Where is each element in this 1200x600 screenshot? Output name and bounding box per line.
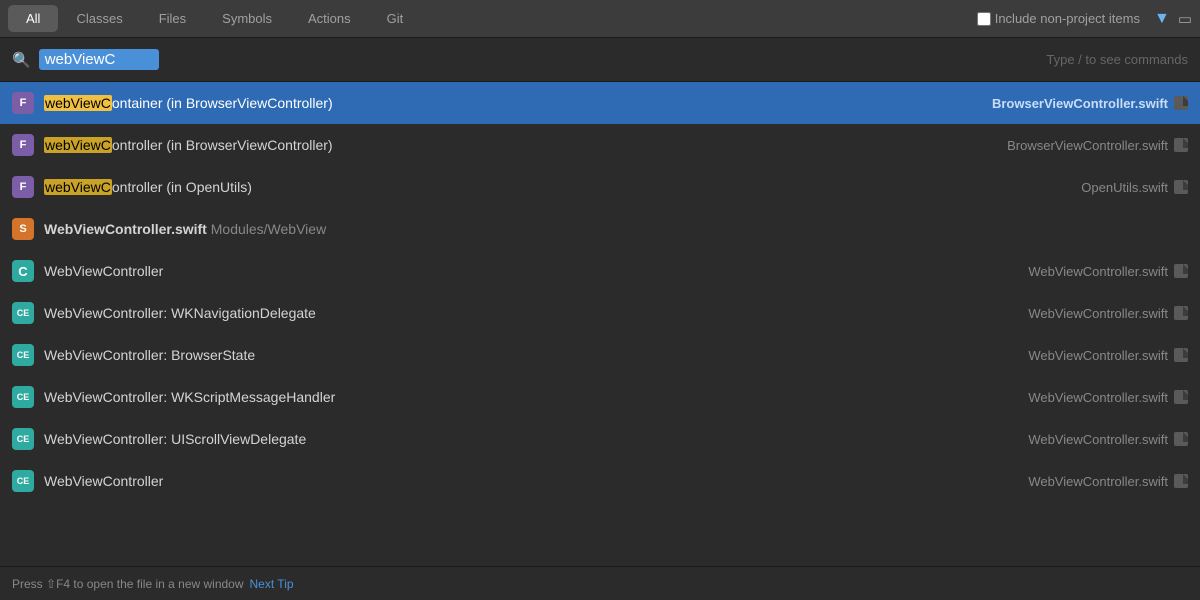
file-icon xyxy=(1174,432,1188,446)
result-text: webViewContainer (in BrowserViewControll… xyxy=(44,95,976,111)
file-icon xyxy=(1174,138,1188,152)
file-icon xyxy=(1174,306,1188,320)
tab-git[interactable]: Git xyxy=(369,5,422,32)
result-row[interactable]: CE WebViewControllerWebViewController.swi… xyxy=(0,460,1200,502)
result-file: WebViewController.swift xyxy=(1012,474,1168,489)
result-file: WebViewController.swift xyxy=(1012,306,1168,321)
file-icon xyxy=(1174,348,1188,362)
result-icon: C xyxy=(12,260,34,282)
result-text: WebViewController: WKScriptMessageHandle… xyxy=(44,389,1012,405)
result-row[interactable]: FwebViewController (in OpenUtils)OpenUti… xyxy=(0,166,1200,208)
result-file: BrowserViewController.swift xyxy=(991,138,1168,153)
include-non-project-label: Include non-project items xyxy=(995,11,1140,26)
result-icon: CE xyxy=(12,428,34,450)
result-file: BrowserViewController.swift xyxy=(976,96,1168,111)
results-list: FwebViewContainer (in BrowserViewControl… xyxy=(0,82,1200,566)
search-input[interactable]: webViewC xyxy=(39,49,159,70)
file-icon xyxy=(1174,390,1188,404)
search-icon: 🔍 xyxy=(12,51,31,69)
result-file: WebViewController.swift xyxy=(1012,390,1168,405)
result-row[interactable]: C WebViewControllerWebViewController.swif… xyxy=(0,250,1200,292)
result-row[interactable]: CE WebViewController: WKScriptMessageHand… xyxy=(0,376,1200,418)
result-file: OpenUtils.swift xyxy=(1065,180,1168,195)
result-row[interactable]: S WebViewController.swift Modules/WebView xyxy=(0,208,1200,250)
file-icon xyxy=(1174,96,1188,110)
result-row[interactable]: CE WebViewController: BrowserStateWebView… xyxy=(0,334,1200,376)
next-tip-button[interactable]: Next Tip xyxy=(250,577,294,591)
filter-icon[interactable]: ▼ xyxy=(1154,10,1170,28)
tab-all[interactable]: All xyxy=(8,5,58,32)
result-text: WebViewController: BrowserState xyxy=(44,347,1012,363)
result-file: WebViewController.swift xyxy=(1012,264,1168,279)
result-file: WebViewController.swift xyxy=(1012,432,1168,447)
tab-actions[interactable]: Actions xyxy=(290,5,369,32)
result-row[interactable]: FwebViewController (in BrowserViewContro… xyxy=(0,124,1200,166)
result-icon: S xyxy=(12,218,34,240)
tab-symbols[interactable]: Symbols xyxy=(204,5,290,32)
tabs-container: AllClassesFilesSymbolsActionsGit xyxy=(8,5,421,32)
result-text: WebViewController.swift Modules/WebView xyxy=(44,221,1188,237)
result-icon: CE xyxy=(12,470,34,492)
result-text: WebViewController: WKNavigationDelegate xyxy=(44,305,1012,321)
result-icon: F xyxy=(12,92,34,114)
status-hint-text: Press ⇧F4 to open the file in a new wind… xyxy=(12,577,244,591)
result-icon: CE xyxy=(12,344,34,366)
result-icon: F xyxy=(12,134,34,156)
result-icon: F xyxy=(12,176,34,198)
result-row[interactable]: FwebViewContainer (in BrowserViewControl… xyxy=(0,82,1200,124)
panel-icon[interactable]: ▭ xyxy=(1178,10,1192,28)
status-bar: Press ⇧F4 to open the file in a new wind… xyxy=(0,566,1200,600)
tab-classes[interactable]: Classes xyxy=(58,5,140,32)
result-text: WebViewController xyxy=(44,263,1012,279)
search-hint: Type / to see commands xyxy=(159,52,1188,67)
tab-bar: AllClassesFilesSymbolsActionsGit Include… xyxy=(0,0,1200,38)
result-text: webViewController (in BrowserViewControl… xyxy=(44,137,991,153)
file-icon xyxy=(1174,474,1188,488)
result-row[interactable]: CE WebViewController: WKNavigationDelegat… xyxy=(0,292,1200,334)
result-text: WebViewController: UIScrollViewDelegate xyxy=(44,431,1012,447)
result-file: WebViewController.swift xyxy=(1012,348,1168,363)
tab-files[interactable]: Files xyxy=(141,5,204,32)
search-bar: 🔍 webViewC Type / to see commands xyxy=(0,38,1200,82)
include-non-project-checkbox[interactable] xyxy=(977,12,991,26)
result-row[interactable]: CE WebViewController: UIScrollViewDelegat… xyxy=(0,418,1200,460)
file-icon xyxy=(1174,180,1188,194)
result-text: WebViewController xyxy=(44,473,1012,489)
result-icon: CE xyxy=(12,302,34,324)
result-icon: CE xyxy=(12,386,34,408)
result-text: webViewController (in OpenUtils) xyxy=(44,179,1065,195)
file-icon xyxy=(1174,264,1188,278)
